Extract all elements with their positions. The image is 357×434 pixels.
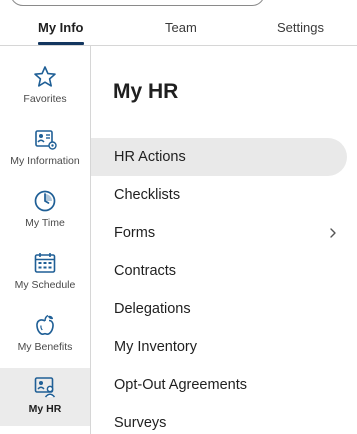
tab-my-info[interactable]: My Info	[38, 20, 84, 35]
sidebar-item-label: My Information	[10, 155, 80, 167]
menu-item-checklists[interactable]: Checklists	[91, 176, 347, 214]
top-tab-bar: My Info Team Settings	[0, 0, 357, 46]
menu-item-label: My Inventory	[114, 339, 197, 355]
sidebar-item-label: My Benefits	[17, 341, 73, 353]
sidebar-item-label: My Time	[25, 217, 65, 229]
menu-item-label: Opt-Out Agreements	[114, 377, 247, 393]
menu-item-delegations[interactable]: Delegations	[91, 290, 347, 328]
sidebar-item-favorites[interactable]: Favorites	[0, 58, 90, 120]
menu-item-label: Contracts	[114, 263, 177, 279]
menu-item-label: Surveys	[114, 415, 167, 431]
menu-item-hr-actions[interactable]: HR Actions	[91, 138, 347, 176]
main-panel: My HR HR Actions Checklists Forms Contra…	[91, 46, 357, 434]
sidebar-item-my-time[interactable]: My Time	[0, 182, 90, 244]
sidebar-item-my-hr[interactable]: My HR	[0, 368, 90, 426]
menu-item-contracts[interactable]: Contracts	[91, 252, 347, 290]
menu-item-label: Forms	[114, 225, 156, 241]
menu-item-opt-out-agreements[interactable]: Opt-Out Agreements	[91, 366, 347, 404]
sidebar-item-my-information[interactable]: My Information	[0, 120, 90, 182]
clock-icon	[34, 190, 56, 212]
menu-item-my-inventory[interactable]: My Inventory	[91, 328, 347, 366]
sidebar-item-label: My HR	[28, 403, 62, 415]
tab-team[interactable]: Team	[165, 20, 197, 35]
active-tab-indicator	[38, 42, 84, 45]
sidebar: Favorites My Information My Time My Sche…	[0, 46, 91, 434]
sidebar-item-my-benefits[interactable]: My Benefits	[0, 306, 90, 368]
menu-item-label: HR Actions	[114, 149, 186, 165]
hr-person-icon	[34, 377, 56, 398]
sidebar-item-label: My Schedule	[14, 279, 76, 291]
menu-item-surveys[interactable]: Surveys	[91, 404, 347, 434]
star-icon	[34, 66, 56, 87]
sidebar-item-my-schedule[interactable]: My Schedule	[0, 244, 90, 306]
tab-settings[interactable]: Settings	[277, 20, 324, 35]
menu-item-label: Checklists	[114, 187, 181, 203]
apple-icon	[36, 314, 54, 335]
sidebar-item-label: Favorites	[23, 93, 67, 105]
chevron-right-icon	[330, 228, 336, 238]
page-title: My HR	[113, 80, 179, 103]
menu-item-forms[interactable]: Forms	[91, 214, 347, 252]
id-card-icon	[35, 130, 57, 150]
calendar-icon	[34, 253, 56, 273]
menu-item-label: Delegations	[114, 301, 191, 317]
